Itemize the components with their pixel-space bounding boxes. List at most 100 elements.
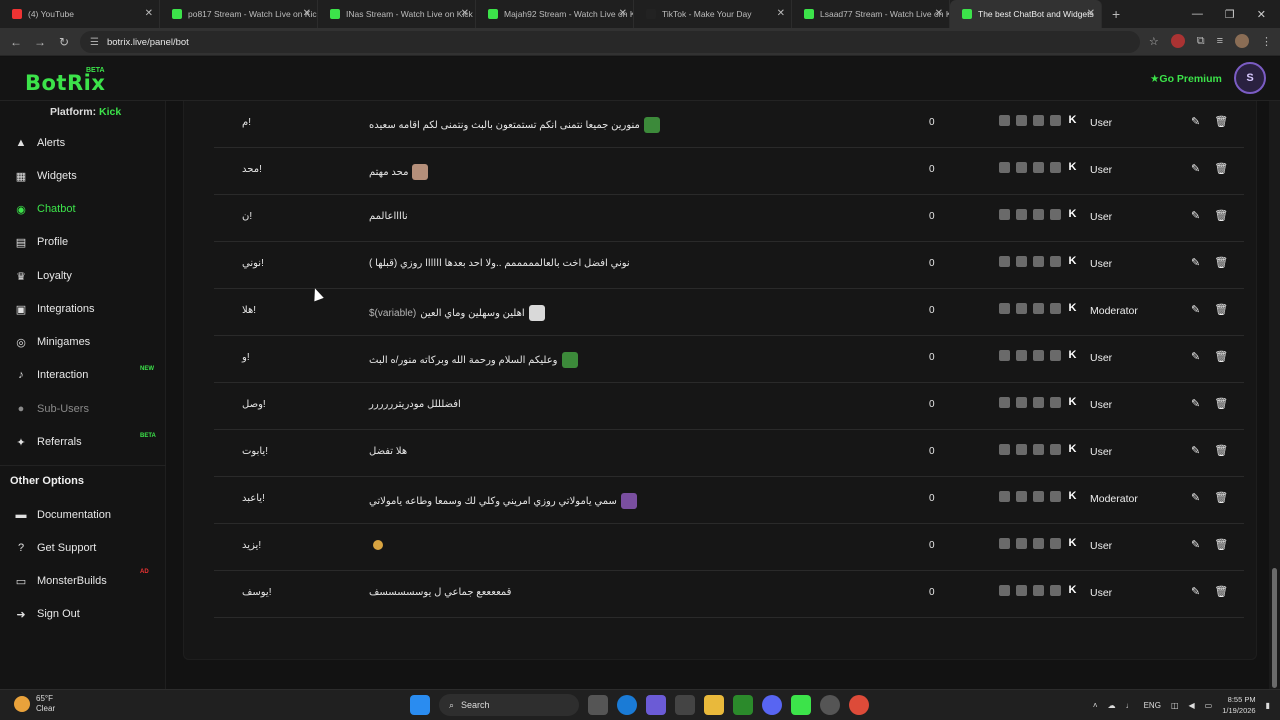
kick-platform-icon[interactable]: K <box>1067 350 1078 361</box>
tab-close-icon[interactable]: ✕ <box>303 8 311 19</box>
delete-icon[interactable]: 🗑 <box>1214 397 1228 410</box>
delete-icon[interactable]: 🗑 <box>1214 115 1228 128</box>
message-platform-icon[interactable] <box>1050 115 1061 126</box>
browser-tab[interactable]: Majah92 Stream - Watch Live on Kick ✕ <box>476 0 634 28</box>
cloud-icon[interactable]: ☁ <box>1108 701 1116 710</box>
delete-icon[interactable]: 🗑 <box>1214 350 1228 363</box>
discord-icon[interactable] <box>762 695 782 715</box>
xbox-icon[interactable] <box>733 695 753 715</box>
volume-icon[interactable]: ◀ <box>1189 701 1195 710</box>
settings-app-icon[interactable] <box>820 695 840 715</box>
shield-platform-icon[interactable] <box>999 397 1010 408</box>
sidebar-item-minigames[interactable]: ◎ Minigames <box>14 332 90 352</box>
sidebar-item-alerts[interactable]: ▲ Alerts <box>14 133 66 153</box>
sidebar-item-integrations[interactable]: ▣ Integrations <box>14 299 95 319</box>
shield-platform-icon[interactable] <box>999 162 1010 173</box>
delete-icon[interactable]: 🗑 <box>1214 256 1228 269</box>
chrome-icon[interactable] <box>849 695 869 715</box>
edit-icon[interactable]: ✎ <box>1191 115 1200 128</box>
scrollbar-thumb[interactable] <box>1272 568 1277 688</box>
kick-platform-icon[interactable]: K <box>1067 115 1078 126</box>
kick-platform-icon[interactable]: K <box>1067 397 1078 408</box>
browser-tab[interactable]: (4) YouTube ✕ <box>0 0 160 28</box>
delete-icon[interactable]: 🗑 <box>1214 585 1228 598</box>
site-info-icon[interactable]: ☰ <box>90 37 99 48</box>
user-avatar[interactable]: S <box>1234 62 1266 94</box>
kick-platform-icon[interactable]: K <box>1067 303 1078 314</box>
message-platform-icon[interactable] <box>1050 538 1061 549</box>
browser-tab[interactable]: po817 Stream - Watch Live on Kick ✕ <box>160 0 318 28</box>
maximize-icon[interactable]: ❐ <box>1225 8 1235 21</box>
minimize-icon[interactable]: — <box>1192 8 1203 20</box>
browser-tab[interactable]: TikTok - Make Your Day ✕ <box>634 0 792 28</box>
extension-icon[interactable] <box>1170 34 1185 48</box>
tab-close-icon[interactable]: ✕ <box>777 8 785 19</box>
chat-platform-icon[interactable] <box>1016 115 1027 126</box>
message-platform-icon[interactable] <box>1050 162 1061 173</box>
edit-icon[interactable]: ✎ <box>1191 256 1200 269</box>
kick-platform-icon[interactable]: K <box>1067 209 1078 220</box>
sidebar-item-chatbot[interactable]: ◉ Chatbot <box>14 199 75 219</box>
tab-close-icon[interactable]: ✕ <box>145 8 153 19</box>
chat-platform-icon[interactable] <box>1016 538 1027 549</box>
browser-tab[interactable]: INas Stream - Watch Live on Kick ✕ <box>318 0 476 28</box>
message-platform-icon[interactable] <box>1050 585 1061 596</box>
sidebar-item-loyalty[interactable]: ♛ Loyalty <box>14 266 72 286</box>
chat-platform-icon[interactable] <box>1016 491 1027 502</box>
shield-platform-icon[interactable] <box>999 256 1010 267</box>
new-tab-icon[interactable]: + <box>1112 6 1120 22</box>
youtube-platform-icon[interactable] <box>1033 256 1044 267</box>
edit-icon[interactable]: ✎ <box>1191 585 1200 598</box>
mic-icon[interactable]: ♩ <box>1126 701 1134 710</box>
profile-avatar-icon[interactable] <box>1235 34 1249 48</box>
tab-close-icon[interactable]: ✕ <box>461 8 469 19</box>
chat-platform-icon[interactable] <box>1016 444 1027 455</box>
youtube-platform-icon[interactable] <box>1033 162 1044 173</box>
edit-icon[interactable]: ✎ <box>1191 162 1200 175</box>
tab-search-icon[interactable]: ≡ <box>1217 35 1223 47</box>
sidebar-item-monsterbuilds[interactable]: ▭ MonsterBuilds <box>14 571 107 591</box>
forward-icon[interactable]: → <box>28 35 52 49</box>
store-icon[interactable] <box>675 695 695 715</box>
youtube-platform-icon[interactable] <box>1033 350 1044 361</box>
edit-icon[interactable]: ✎ <box>1191 209 1200 222</box>
message-platform-icon[interactable] <box>1050 491 1061 502</box>
shield-platform-icon[interactable] <box>999 444 1010 455</box>
delete-icon[interactable]: 🗑 <box>1214 162 1228 175</box>
notification-icon[interactable]: ▮ <box>1266 701 1270 710</box>
page-scrollbar[interactable] <box>1269 101 1280 689</box>
youtube-platform-icon[interactable] <box>1033 538 1044 549</box>
language-indicator[interactable]: ENG <box>1144 701 1161 710</box>
sidebar-item-documentation[interactable]: ▬ Documentation <box>14 505 112 525</box>
message-platform-icon[interactable] <box>1050 303 1061 314</box>
chat-platform-icon[interactable] <box>1016 256 1027 267</box>
youtube-platform-icon[interactable] <box>1033 303 1044 314</box>
shield-platform-icon[interactable] <box>999 115 1010 126</box>
edit-icon[interactable]: ✎ <box>1191 350 1200 363</box>
message-platform-icon[interactable] <box>1050 397 1061 408</box>
chat-platform-icon[interactable] <box>1016 397 1027 408</box>
chat-platform-icon[interactable] <box>1016 209 1027 220</box>
delete-icon[interactable]: 🗑 <box>1214 303 1228 316</box>
go-premium-button[interactable]: ★Go Premium <box>1150 73 1222 85</box>
task-view-icon[interactable] <box>588 695 608 715</box>
clock[interactable]: 8:55 PM 1/19/2026 <box>1222 694 1255 716</box>
file-explorer-icon[interactable] <box>704 695 724 715</box>
delete-icon[interactable]: 🗑 <box>1214 491 1228 504</box>
shield-platform-icon[interactable] <box>999 491 1010 502</box>
close-window-icon[interactable]: ✕ <box>1257 8 1266 21</box>
tab-close-icon[interactable]: ✕ <box>935 8 943 19</box>
kick-platform-icon[interactable]: K <box>1067 444 1078 455</box>
taskbar-search[interactable]: ⌕ Search <box>439 694 579 716</box>
message-platform-icon[interactable] <box>1050 350 1061 361</box>
botrix-logo[interactable]: BotRix <box>25 71 105 95</box>
url-input[interactable]: ☰ botrix.live/panel/bot <box>80 31 1140 53</box>
kick-platform-icon[interactable]: K <box>1067 538 1078 549</box>
kick-platform-icon[interactable]: K <box>1067 162 1078 173</box>
edit-icon[interactable]: ✎ <box>1191 491 1200 504</box>
youtube-platform-icon[interactable] <box>1033 491 1044 502</box>
delete-icon[interactable]: 🗑 <box>1214 538 1228 551</box>
battery-icon[interactable]: ▭ <box>1205 701 1213 710</box>
edge-icon[interactable] <box>617 695 637 715</box>
chat-platform-icon[interactable] <box>1016 162 1027 173</box>
